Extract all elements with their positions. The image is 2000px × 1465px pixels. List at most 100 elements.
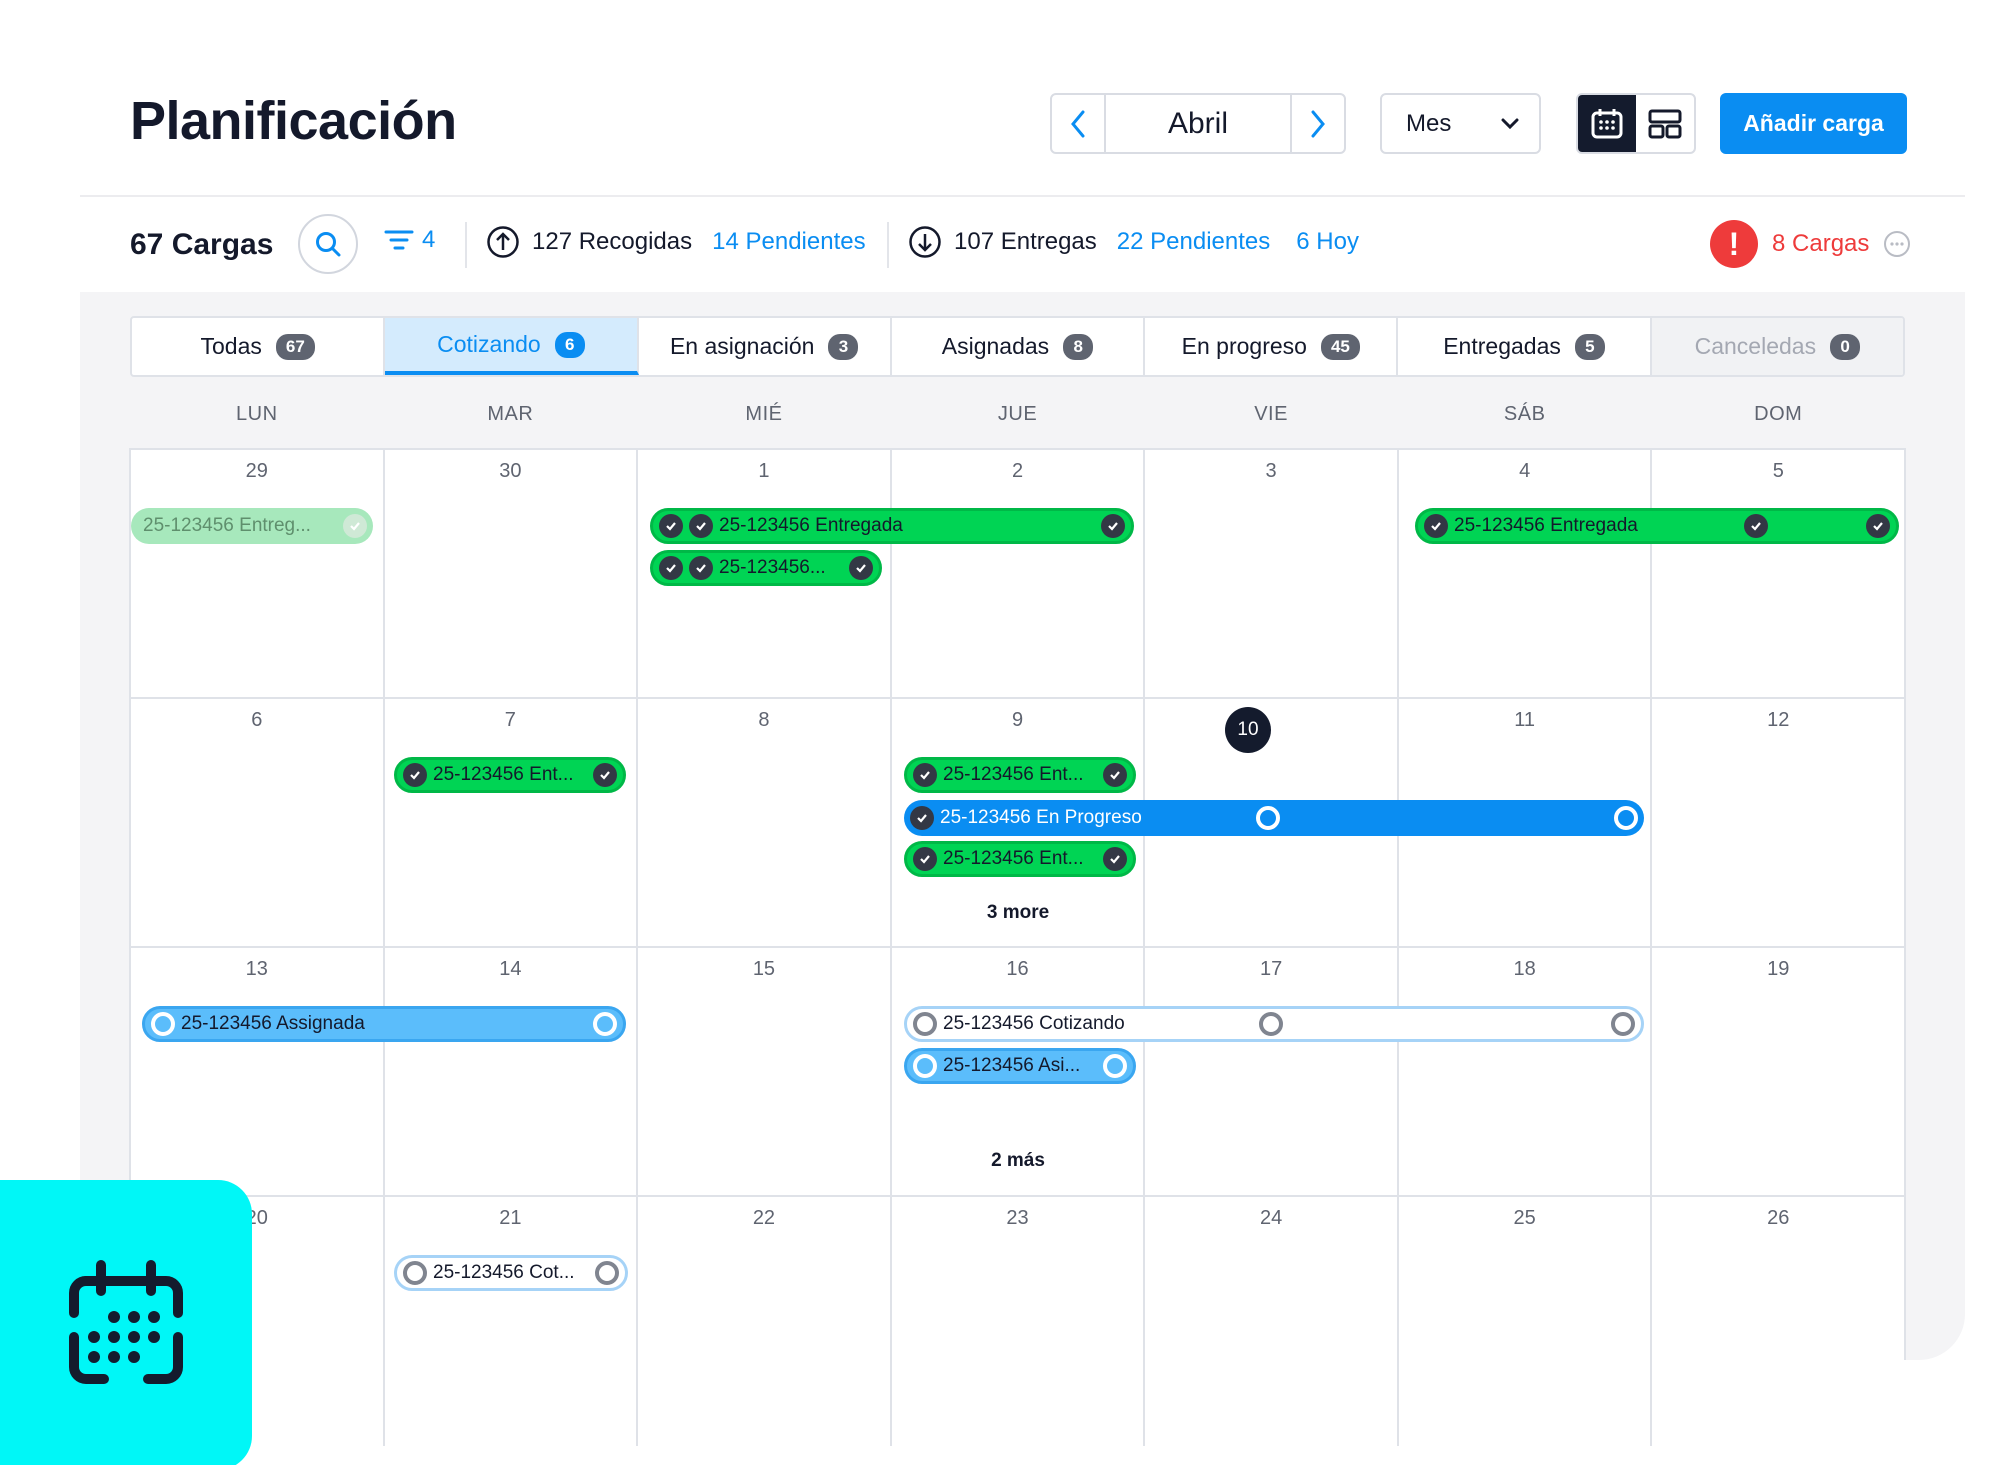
load-event-delivered[interactable]: 25-123456... (650, 550, 882, 586)
day-cell[interactable]: 21 (385, 1197, 639, 1446)
day-cell[interactable]: 12 (1652, 699, 1904, 946)
load-event-in-progress[interactable]: 25-123456 En Progreso (904, 800, 1644, 836)
day-cell[interactable]: 19 (1652, 948, 1904, 1195)
more-events-link[interactable]: 3 more (892, 902, 1144, 924)
status-ring-icon (913, 1054, 937, 1078)
tab-entregadas[interactable]: Entregadas 5 (1398, 318, 1652, 375)
more-events-link[interactable]: 2 más (892, 1150, 1144, 1172)
day-number: 15 (752, 958, 776, 980)
load-event-quoting[interactable]: 25-123456 Cot... (394, 1255, 628, 1291)
event-label: 25-123456 Ent... (943, 764, 1084, 785)
tab-canceladas[interactable]: Canceledas 0 (1651, 318, 1903, 375)
search-button[interactable] (298, 214, 358, 274)
check-icon (913, 763, 937, 787)
day-number: 3 (1265, 460, 1277, 482)
tab-count-badge: 0 (1830, 333, 1861, 360)
status-ring-icon (1103, 1054, 1127, 1078)
load-event-delivered[interactable]: 25-123456 Entregada (650, 508, 1134, 544)
day-number: 4 (1519, 460, 1531, 482)
day-cell[interactable]: 29 (131, 450, 385, 697)
tab-asignadas[interactable]: Asignadas 8 (892, 318, 1146, 375)
tab-cotizando[interactable]: Cotizando 6 (385, 318, 639, 375)
event-label: 25-123456 Asi... (943, 1055, 1081, 1076)
day-cell[interactable]: 8 (638, 699, 892, 946)
day-number: 21 (499, 1207, 522, 1229)
day-number: 19 (1767, 958, 1790, 980)
load-event-delivered[interactable]: 25-123456 Ent... (904, 841, 1136, 877)
check-icon (1101, 514, 1125, 538)
day-cell[interactable]: 5 (1652, 450, 1904, 697)
day-cell[interactable]: 13 (131, 948, 385, 1195)
check-icon (910, 806, 934, 830)
alert-loads[interactable]: ! 8 Cargas (1710, 220, 1911, 268)
day-cell[interactable]: 14 (385, 948, 639, 1195)
day-cell[interactable]: 17 (1145, 948, 1399, 1195)
check-icon (913, 847, 937, 871)
tab-count-badge: 45 (1320, 333, 1360, 360)
current-month: Abril (1167, 106, 1228, 140)
day-number: 23 (1006, 1207, 1029, 1229)
event-label: 25-123456 Cot... (433, 1262, 575, 1283)
day-cell[interactable]: 23 (892, 1197, 1146, 1446)
day-cell[interactable]: 4 (1399, 450, 1653, 697)
next-month-button[interactable] (1290, 95, 1344, 152)
tab-label: Canceledas (1694, 333, 1817, 359)
tab-en-asignacion[interactable]: En asignación 3 (639, 318, 892, 375)
tab-count-badge: 67 (275, 333, 315, 360)
day-cell[interactable]: 26 (1652, 1197, 1904, 1446)
day-cell[interactable]: 25 (1399, 1197, 1653, 1446)
prev-month-button[interactable] (1052, 95, 1106, 152)
filter-button[interactable]: 4 (384, 226, 435, 254)
header-divider (80, 195, 1965, 197)
filter-count: 4 (422, 226, 436, 253)
load-event-delivered[interactable]: 25-123456 Entreg... (131, 508, 373, 544)
alert-loads-text: 8 Cargas (1772, 230, 1870, 257)
list-view-button[interactable] (1636, 95, 1694, 152)
pickups-pending-link[interactable]: 14 Pendientes (712, 228, 865, 256)
day-cell[interactable]: 2 (892, 450, 1146, 697)
check-icon (1866, 514, 1890, 538)
pickups-stat: 127 Recogidas 14 Pendientes (486, 225, 866, 259)
filter-icon (384, 230, 414, 250)
weekday-header: LUN MAR MIÉ JUE VIE SÁB DOM (130, 380, 1905, 448)
weekday-label: LUN (236, 402, 278, 425)
calendar-week: 29 30 1 2 3 4 5 (131, 450, 1904, 699)
today-marker[interactable]: 10 (1225, 707, 1271, 753)
tab-en-progreso[interactable]: En progreso 45 (1145, 318, 1399, 375)
day-cell[interactable]: 6 (131, 699, 385, 946)
tab-count-badge: 6 (554, 331, 585, 358)
load-event-delivered[interactable]: 25-123456 Ent... (904, 757, 1136, 793)
load-event-assigned[interactable]: 25-123456 Assignada (142, 1006, 626, 1042)
day-number: 13 (245, 958, 268, 980)
event-label: 25-123456... (719, 557, 826, 578)
view-select[interactable]: Mes (1380, 93, 1541, 154)
load-event-delivered[interactable]: 25-123456 Ent... (394, 757, 626, 793)
check-icon (593, 763, 617, 787)
day-cell[interactable]: 15 (638, 948, 892, 1195)
calendar-icon (69, 1260, 183, 1384)
day-cell[interactable]: 30 (385, 450, 639, 697)
more-options-icon (1884, 231, 1911, 257)
calendar-view-button[interactable] (1578, 95, 1636, 152)
add-load-button[interactable]: Añadir carga (1720, 93, 1907, 154)
deliveries-pending-link[interactable]: 22 Pendientes (1117, 228, 1270, 256)
chevron-left-icon (1071, 110, 1085, 137)
load-event-assigned[interactable]: 25-123456 Asi... (904, 1048, 1136, 1084)
today-link[interactable]: 6 Hoy (1296, 228, 1359, 256)
check-icon (1744, 514, 1768, 538)
day-cell[interactable]: 24 (1145, 1197, 1399, 1446)
day-number: 5 (1772, 460, 1784, 482)
load-event-quoting[interactable]: 25-123456 Cotizando (904, 1006, 1644, 1042)
day-number: 29 (245, 460, 268, 482)
day-cell[interactable]: 7 (385, 699, 639, 946)
progress-ring-icon (1256, 806, 1280, 830)
deliveries-count: 107 Entregas (954, 228, 1097, 255)
weekday-label: JUE (997, 402, 1038, 425)
day-cell[interactable]: 3 (1145, 450, 1399, 697)
day-number: 11 (1514, 709, 1536, 731)
day-cell[interactable]: 22 (638, 1197, 892, 1446)
loads-count: 67 Cargas (130, 228, 274, 261)
tab-todas[interactable]: Todas 67 (132, 318, 386, 375)
load-event-delivered[interactable]: 25-123456 Entregada (1415, 508, 1899, 544)
day-cell[interactable]: 18 (1399, 948, 1653, 1195)
